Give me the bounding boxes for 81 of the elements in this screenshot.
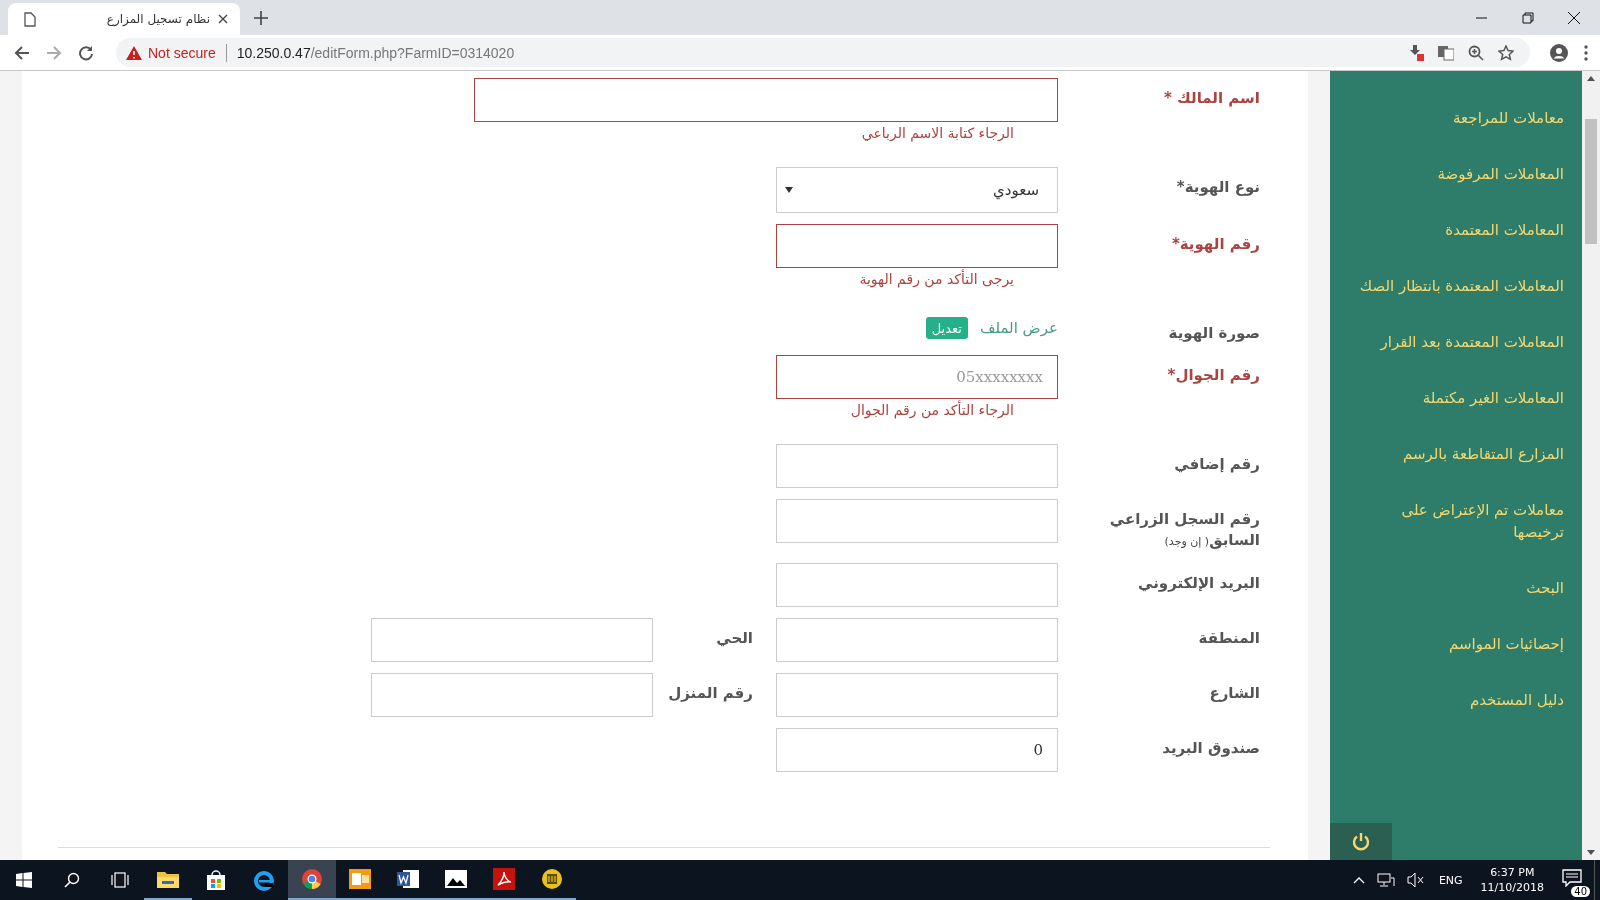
taskbar-app-button[interactable] [288,860,336,900]
speaker-muted-icon[interactable] [1406,872,1425,888]
field-label: رقم الهوية* [1170,234,1260,255]
account-icon[interactable] [1550,43,1568,62]
folder-icon [157,870,179,888]
scroll-thumb[interactable] [1585,119,1597,244]
input-field[interactable] [474,78,1058,122]
mail-app-icon [349,869,371,889]
security-label: Not secure [148,44,216,61]
input-field[interactable] [776,224,1058,268]
sidebar-link[interactable]: البحث [1330,560,1582,616]
sidebar-link[interactable]: المعاملات المعتمدة [1330,202,1582,258]
sidebar-link[interactable]: معاملات للمراجعة [1330,90,1582,146]
sidebar-link[interactable]: المزارع المتقاطعة بالرسم [1330,426,1582,482]
notification-icon[interactable] [1562,869,1582,887]
view-file-link[interactable]: عرض الملف [979,319,1058,337]
field-label: رقم السجل الزراعي السابق( إن وجد) [1108,509,1260,551]
sidebar-link[interactable]: المعاملات المعتمدة بعد القرار [1330,314,1582,370]
error-message: يرجى التأكد من رقم الهوية [858,268,1015,290]
windows-logo-icon [16,872,32,888]
restore-icon[interactable] [1522,11,1534,24]
sidebar-link[interactable]: معاملات تم الإعتراض على ترخيصها [1330,482,1582,560]
translate-icon[interactable] [1438,44,1454,61]
shopping-bag-icon [206,870,226,890]
page-icon [24,11,36,27]
address-bar[interactable]: Not secure 10.250.0.47/editForm.php?FarmID=0314020 [116,38,1530,67]
field-label: صندوق البريد [1161,738,1260,759]
error-message: الرجاء كتابة الاسم الرباعي [860,124,1015,144]
field-label: نوع الهوية* [1175,177,1260,198]
sidebar-link[interactable]: المعاملات المرفوضة [1330,146,1582,202]
new-tab-icon[interactable] [254,11,268,25]
power-icon [1351,831,1371,852]
browser-tab[interactable]: نظام تسجيل المزارع [8,3,240,35]
chrome-icon [301,868,323,890]
document-app-icon [397,869,419,889]
letter-e-icon [253,869,275,891]
field-label: صورة الهوية [1167,323,1260,344]
star-icon[interactable] [1498,44,1514,61]
logout-button[interactable] [1330,823,1392,860]
network-icon[interactable] [1376,872,1395,888]
close-icon[interactable] [218,14,228,24]
sidebar-link[interactable]: المعاملات المعتمدة بانتظار الصك [1330,258,1582,314]
url-text: 10.250.0.47/editForm.php?FarmID=0314020 [236,44,515,61]
field-label: الشارع [1208,683,1260,704]
field-label: المنطقة [1197,628,1260,649]
language-indicator[interactable]: ENG [1438,873,1463,887]
clock[interactable]: 6:37 PM 11/10/2018 [1480,865,1544,895]
caret-icon [785,187,793,193]
scroll-up-icon[interactable] [1587,76,1595,81]
download-blocked-icon[interactable] [1408,44,1424,61]
mountain-picture-icon [445,870,467,888]
error-message: الرجاء التأكد من رقم الجوال [849,399,1015,421]
clock-date: 11/10/2018 [1480,880,1544,895]
reload-icon[interactable] [78,44,94,61]
pdf-app-icon [493,868,515,890]
zoom-icon[interactable] [1468,44,1484,61]
warning-icon [126,45,142,60]
edit-button[interactable]: تعديل [925,317,968,339]
menu-icon[interactable] [1584,44,1588,61]
field-label: رقم الجوال* [1166,365,1260,386]
search-icon [64,872,80,888]
field-label: اسم المالك * [1163,88,1260,109]
sidebar-link[interactable]: دليل المستخدم [1330,672,1582,728]
scroll-down-icon[interactable] [1587,850,1595,855]
task-view-icon [111,872,129,888]
sidebar-link[interactable]: إحصائيات المواسم [1330,616,1582,672]
field-label: البريد الإلكتروني [1137,573,1260,594]
input-field[interactable]: 0 [776,728,1058,772]
field-label: رقم إضافي [1173,454,1260,475]
field-label: الحي [715,628,753,649]
field-label: رقم المنزل [667,683,753,704]
tab-title: نظام تسجيل المزارع [105,12,210,26]
sidebar-link[interactable]: المعاملات الغير مكتملة [1330,370,1582,426]
close-icon[interactable] [1568,11,1580,24]
back-arrow-icon[interactable] [14,44,30,61]
clock-time: 6:37 PM [1490,865,1535,880]
input-field[interactable]: 05xxxxxxxx [776,355,1058,399]
dropdown-field[interactable]: سعودي [776,167,1058,213]
coin-icon [541,868,563,890]
notification-count: 40 [1571,886,1590,897]
caret-up-icon[interactable] [1352,876,1365,884]
